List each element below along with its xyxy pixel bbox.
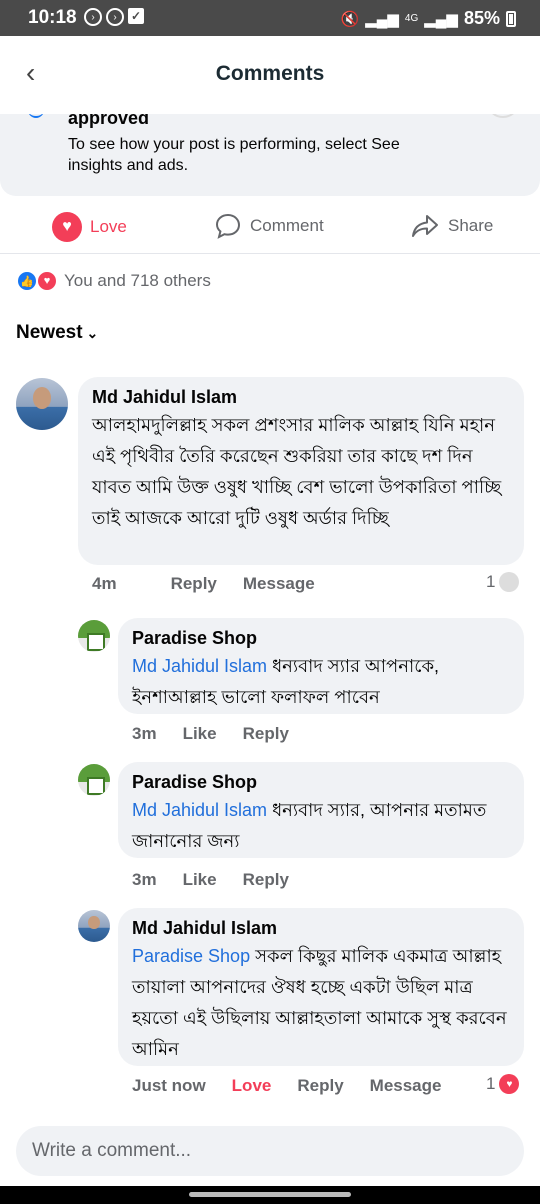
comment-time: 4m (92, 574, 117, 593)
battery-icon (506, 10, 516, 27)
reply-meta: 3m Like Reply (132, 870, 315, 890)
love-label: Love (90, 217, 127, 236)
love-button[interactable]: Love (232, 1076, 272, 1096)
post-status: approved (68, 114, 150, 128)
heart-icon: ♥ (499, 1074, 520, 1094)
comment-input[interactable] (32, 1126, 508, 1176)
avatar[interactable] (78, 910, 110, 942)
comment-author[interactable]: Md Jahidul Islam (92, 387, 510, 408)
page-title: Comments (215, 62, 325, 85)
reply-button[interactable]: Reply (243, 870, 289, 890)
share-icon (412, 215, 438, 237)
reply-author[interactable]: Paradise Shop (132, 628, 510, 649)
avatar[interactable] (78, 620, 110, 652)
comment-text: আলহামদুলিল্লাহ সকল প্রশংসার মালিক আল্লাহ… (92, 415, 502, 528)
reply-button[interactable]: Reply (297, 1076, 343, 1096)
mention-link[interactable]: Md Jahidul Islam (132, 656, 267, 676)
system-nav-bar (0, 1186, 540, 1204)
status-bar: 10:18 › › ✓ 🔇 ▂▄▆ 4G ▂▄▆ 85% (0, 0, 540, 36)
reaction-icon (499, 572, 520, 592)
reply-bubble[interactable]: Paradise Shop Md Jahidul Islam ধন্যবাদ স… (118, 762, 524, 858)
reaction-count-number: 1 (486, 1074, 496, 1093)
options-icon[interactable] (486, 114, 520, 118)
reply-bubble[interactable]: Paradise Shop Md Jahidul Islam ধন্যবাদ স… (118, 618, 524, 714)
reply-time: 3m (132, 724, 157, 743)
heart-icon: ♥ (52, 212, 82, 242)
system-icons: 🔇 ▂▄▆ 4G ▂▄▆ 85% (341, 8, 516, 29)
reply-author[interactable]: Md Jahidul Islam (132, 918, 510, 939)
reaction-count[interactable]: 1 ♥ (486, 1074, 520, 1094)
reply-button[interactable]: Reply (171, 574, 217, 594)
signal-icon: ▂▄▆ (365, 10, 399, 28)
comment-button[interactable]: Comment (214, 212, 324, 240)
share-label: Share (448, 216, 494, 235)
avatar[interactable] (78, 764, 110, 796)
reply-meta: 3m Like Reply (132, 724, 315, 744)
like-button[interactable]: Like (183, 724, 217, 744)
sort-dropdown[interactable]: Newest ⌄ (16, 322, 98, 344)
reaction-count-number: 1 (486, 572, 496, 591)
reply-time: 3m (132, 870, 157, 889)
reply-time: Just now (132, 1076, 206, 1095)
status-icon (28, 114, 44, 118)
reply-text: Paradise Shop সকল কিছুর মালিক একমাত্র আল… (132, 941, 510, 1065)
clock: 10:18 (28, 7, 77, 28)
reply-button[interactable]: Reply (243, 724, 289, 744)
reply-text: Md Jahidul Islam ধন্যবাদ স্যার আপনাকে, ই… (132, 651, 510, 713)
love-reaction-icon: ♥ (36, 270, 58, 292)
comment-bubble[interactable]: Md Jahidul Islam আলহামদুলিল্লাহ সকল প্রশ… (78, 377, 524, 565)
like-button[interactable]: Like (183, 870, 217, 890)
mention-link[interactable]: Md Jahidul Islam (132, 800, 267, 820)
comment-icon (215, 213, 241, 239)
sort-label: Newest (16, 322, 83, 343)
like-reaction-icon: 👍 (16, 270, 38, 292)
reactions-text: You and 718 others (64, 271, 211, 290)
message-button[interactable]: Message (243, 574, 315, 594)
reply-bubble[interactable]: Md Jahidul Islam Paradise Shop সকল কিছুর… (118, 908, 524, 1066)
message-button[interactable]: Message (370, 1076, 442, 1096)
sync-icon: › (84, 8, 102, 26)
network-type: 4G (404, 13, 419, 24)
post-actions: ♥ Love Comment Share (0, 200, 540, 254)
chevron-down-icon: ⌄ (86, 324, 99, 341)
share-button[interactable]: Share (410, 212, 493, 240)
reply-text: Md Jahidul Islam ধন্যবাদ স্যার, আপনার মত… (132, 795, 510, 857)
check-icon: ✓ (128, 8, 144, 24)
avatar[interactable] (16, 378, 68, 430)
mute-icon: 🔇 (340, 10, 360, 28)
insight-text: To see how your post is performing, sele… (68, 136, 400, 174)
app-header: ‹ Comments (0, 36, 540, 114)
love-button[interactable]: ♥ Love (52, 212, 127, 242)
reply-author[interactable]: Paradise Shop (132, 772, 510, 793)
sync-icon: › (106, 8, 124, 26)
reactions-summary[interactable]: 👍 ♥ You and 718 others (16, 270, 211, 292)
reaction-count[interactable]: 1 (486, 572, 520, 592)
signal-icon: ▂▄▆ (424, 10, 458, 28)
home-handle[interactable] (189, 1192, 351, 1197)
comment-label: Comment (250, 216, 324, 235)
post-insights-card: approved To see how your post is perform… (0, 114, 540, 196)
comment-composer[interactable] (16, 1126, 524, 1176)
notification-icons: › › ✓ (84, 8, 144, 26)
battery-level: 85% (463, 8, 500, 28)
mention-link[interactable]: Paradise Shop (132, 946, 250, 966)
reply-meta: Just now Love Reply Message (132, 1076, 467, 1096)
comment-meta: 4m Reply Message (92, 574, 341, 594)
